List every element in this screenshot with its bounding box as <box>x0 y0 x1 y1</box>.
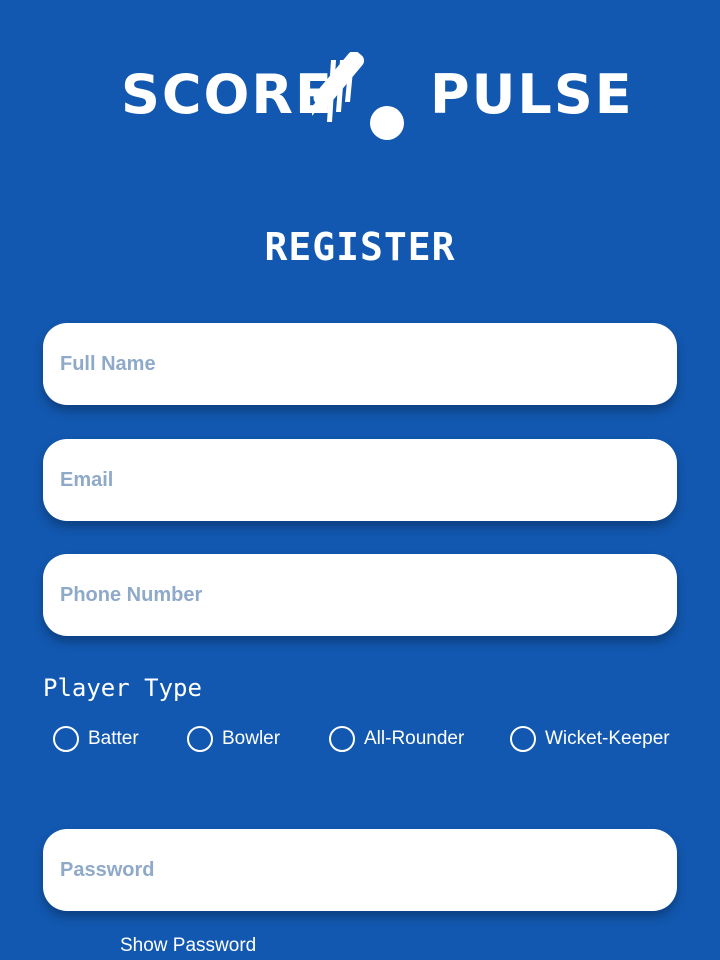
password-field <box>43 829 677 911</box>
email-field <box>43 439 677 521</box>
phone-number-input[interactable] <box>43 554 677 636</box>
phone-number-field <box>43 554 677 636</box>
cricket-bat-ball-icon <box>312 52 404 140</box>
password-input[interactable] <box>43 829 677 911</box>
radio-circle-icon[interactable] <box>187 726 213 752</box>
radio-circle-icon[interactable] <box>510 726 536 752</box>
player-type-label: Player Type <box>43 674 202 702</box>
logo-word-score: SCORE <box>121 63 334 126</box>
full-name-input[interactable] <box>43 323 677 405</box>
full-name-field <box>43 323 677 405</box>
radio-label-wicket-keeper: Wicket-Keeper <box>545 728 670 749</box>
radio-circle-icon[interactable] <box>53 726 79 752</box>
radio-bowler[interactable]: Bowler <box>187 725 280 753</box>
radio-circle-icon[interactable] <box>329 726 355 752</box>
radio-label-batter: Batter <box>88 728 139 749</box>
email-input[interactable] <box>43 439 677 521</box>
radio-all-rounder[interactable]: All-Rounder <box>329 725 464 753</box>
page-title: REGISTER <box>264 225 456 269</box>
logo-word-pulse: PULSE <box>430 63 634 126</box>
radio-wicket-keeper[interactable]: Wicket-Keeper <box>510 725 670 753</box>
radio-label-bowler: Bowler <box>222 728 281 749</box>
show-password-toggle[interactable]: Show Password <box>120 934 256 958</box>
radio-label-all-rounder: All-Rounder <box>364 728 465 749</box>
radio-batter[interactable]: Batter <box>53 725 139 753</box>
app-logo: SCORE PULSE <box>0 52 720 144</box>
